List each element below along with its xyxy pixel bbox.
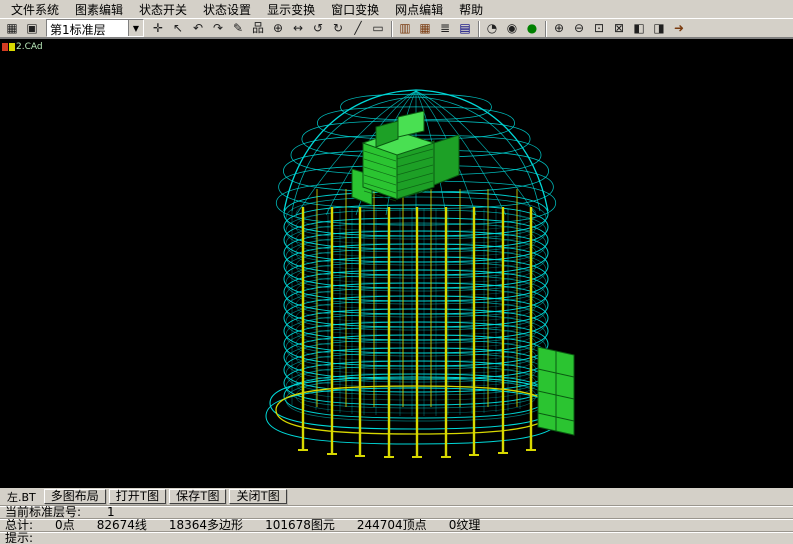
column-grid-icon[interactable]: ▥ bbox=[395, 19, 415, 37]
move-icon[interactable]: ⊕ bbox=[268, 19, 288, 37]
model-file-name: 2.CAd bbox=[16, 42, 43, 52]
status-prompt: 提示: bbox=[0, 531, 793, 544]
menu-item[interactable]: 显示变换 bbox=[259, 0, 323, 19]
status-statistics: 总计: 0点 82674线 18364多边形 101678图元 244704顶点… bbox=[0, 518, 793, 531]
menu-item[interactable]: 窗口变换 bbox=[323, 0, 387, 19]
open-t-button[interactable]: 打开T图 bbox=[109, 489, 166, 504]
save-t-button[interactable]: 保存T图 bbox=[169, 489, 226, 504]
draw-pen-icon[interactable]: ✎ bbox=[228, 19, 248, 37]
stat-item: 总计: bbox=[5, 519, 33, 531]
select-arrow-icon[interactable]: ↖ bbox=[168, 19, 188, 37]
model-viewport[interactable]: 2.CAd bbox=[0, 38, 793, 488]
layer-select-value: 第1标准层 bbox=[47, 20, 128, 36]
globe-icon[interactable]: ◉ bbox=[502, 19, 522, 37]
menu-item[interactable]: 图素编辑 bbox=[67, 0, 131, 19]
list-icon[interactable]: ≣ bbox=[435, 19, 455, 37]
next-view-icon[interactable]: ◨ bbox=[649, 19, 669, 37]
rect-icon[interactable]: ▭ bbox=[368, 19, 388, 37]
table-icon[interactable]: ▦ bbox=[415, 19, 435, 37]
model-file-icon2 bbox=[9, 43, 15, 51]
pan-icon[interactable]: ↔ bbox=[288, 19, 308, 37]
model-file-label: 2.CAd bbox=[2, 42, 43, 52]
stat-item: 0点 bbox=[55, 519, 75, 531]
crosshair-icon[interactable]: ✛ bbox=[148, 19, 168, 37]
stat-item: 101678图元 bbox=[265, 519, 335, 531]
render-icon[interactable]: ● bbox=[522, 19, 542, 37]
bottom-toolbar: 左.BT 多图布局 打开T图 保存T图 关闭T图 bbox=[0, 488, 793, 505]
line-icon[interactable]: ╱ bbox=[348, 19, 368, 37]
redo-icon[interactable]: ↷ bbox=[208, 19, 228, 37]
multi-layout-button[interactable]: 多图布局 bbox=[44, 489, 106, 504]
zoom-in-icon[interactable]: ⊕ bbox=[549, 19, 569, 37]
undo-icon[interactable]: ↶ bbox=[188, 19, 208, 37]
toolbar-left-icons: ▦ ▣ bbox=[2, 19, 42, 37]
new-window-icon[interactable]: ▦ bbox=[2, 19, 22, 37]
building-wireframe bbox=[0, 39, 793, 489]
prompt-label: 提示: bbox=[5, 532, 33, 544]
stat-item: 82674线 bbox=[97, 519, 147, 531]
bottom-buttons: 多图布局 打开T图 保存T图 关闭T图 bbox=[44, 489, 287, 504]
chevron-down-icon[interactable]: ▼ bbox=[128, 20, 143, 36]
clock-icon[interactable]: ◔ bbox=[482, 19, 502, 37]
menu-bar: 文件系统 图素编辑 状态开关 状态设置 显示变换 窗口变换 网点编辑 帮助 bbox=[0, 0, 793, 18]
current-layer-value: 1 bbox=[107, 506, 115, 518]
stat-item: 18364多边形 bbox=[169, 519, 243, 531]
prev-view-icon[interactable]: ◧ bbox=[629, 19, 649, 37]
menu-item[interactable]: 状态设置 bbox=[195, 0, 259, 19]
zoom-extents-icon[interactable]: ⊠ bbox=[609, 19, 629, 37]
sheet-icon[interactable]: ▤ bbox=[455, 19, 475, 37]
save-icon[interactable]: ▣ bbox=[22, 19, 42, 37]
zoom-out-icon[interactable]: ⊖ bbox=[569, 19, 589, 37]
rotate-ccw-icon[interactable]: ↺ bbox=[308, 19, 328, 37]
menu-item[interactable]: 文件系统 bbox=[3, 0, 67, 19]
layer-select[interactable]: 第1标准层 ▼ bbox=[46, 19, 144, 37]
model-file-icon bbox=[2, 43, 8, 51]
stat-item: 0纹理 bbox=[449, 519, 481, 531]
status-current-layer: 当前标准层号: 1 bbox=[0, 505, 793, 518]
stat-item: 244704顶点 bbox=[357, 519, 427, 531]
view-label: 左.BT bbox=[2, 489, 41, 505]
menu-item[interactable]: 状态开关 bbox=[131, 0, 195, 19]
exit-icon[interactable]: ➜ bbox=[669, 19, 689, 37]
toolbar: ▦ ▣ 第1标准层 ▼ ✛ ↖ ↶ ↷ ✎ 品 ⊕ ↔ ↺ ↻ ╱ bbox=[0, 18, 793, 38]
array-copy-icon[interactable]: 品 bbox=[248, 19, 268, 37]
menu-item[interactable]: 网点编辑 bbox=[387, 0, 451, 19]
current-layer-label: 当前标准层号: bbox=[5, 506, 81, 518]
close-t-button[interactable]: 关闭T图 bbox=[229, 489, 286, 504]
rotate-cw-icon[interactable]: ↻ bbox=[328, 19, 348, 37]
menu-item[interactable]: 帮助 bbox=[451, 0, 491, 19]
zoom-window-icon[interactable]: ⊡ bbox=[589, 19, 609, 37]
toolbar-icons: ✛ ↖ ↶ ↷ ✎ 品 ⊕ ↔ ↺ ↻ ╱ ▭ ▥ ▦ ≣ ▤ bbox=[148, 19, 689, 37]
